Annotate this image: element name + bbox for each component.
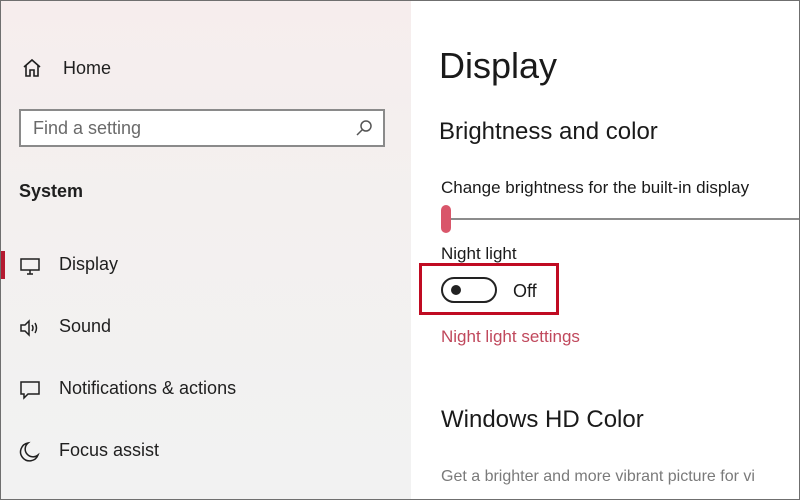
moon-icon [19,441,41,463]
sidebar-item-focus-assist[interactable]: Focus assist [1,431,411,471]
sidebar-item-label: Focus assist [59,440,160,460]
night-light-state: Off [513,281,537,301]
hd-color-section-title: Windows HD Color [441,406,644,433]
speaker-icon [19,317,41,339]
hd-color-description: Get a brighter and more vibrant picture … [441,468,755,485]
brightness-label: Change brightness for the built-in displ… [441,178,750,197]
night-light-toggle[interactable] [441,277,497,303]
home-label: Home [63,57,112,78]
search-box[interactable] [19,109,385,147]
search-input[interactable] [33,111,353,145]
sidebar-item-display[interactable]: Display [1,245,411,285]
sidebar-item-label: Notifications & actions [59,378,237,398]
sidebar-item-notifications[interactable]: Notifications & actions [1,369,411,409]
search-icon[interactable] [355,119,373,142]
sidebar: Home System Display [1,1,411,499]
night-light-settings-link[interactable]: Night light settings [441,327,580,347]
sidebar-item-sound[interactable]: Sound [1,307,411,347]
brightness-section-title: Brightness and color [439,118,658,145]
sidebar-item-label: Display [59,254,119,274]
brightness-slider-track[interactable] [443,218,799,220]
home-icon [21,57,43,79]
brightness-slider-thumb[interactable] [441,205,451,233]
night-light-label: Night light [441,244,517,263]
page-title: Display [439,45,558,86]
notification-icon [19,379,41,401]
home-nav-item[interactable]: Home [21,57,111,79]
settings-window: Home System Display [0,0,800,500]
sidebar-item-label: Sound [59,316,112,336]
toggle-knob [451,285,461,295]
selection-indicator [1,251,5,279]
sidebar-section-title: System [19,181,84,201]
main-content: Display Brightness and color Change brig… [411,1,799,499]
monitor-icon [19,255,41,277]
